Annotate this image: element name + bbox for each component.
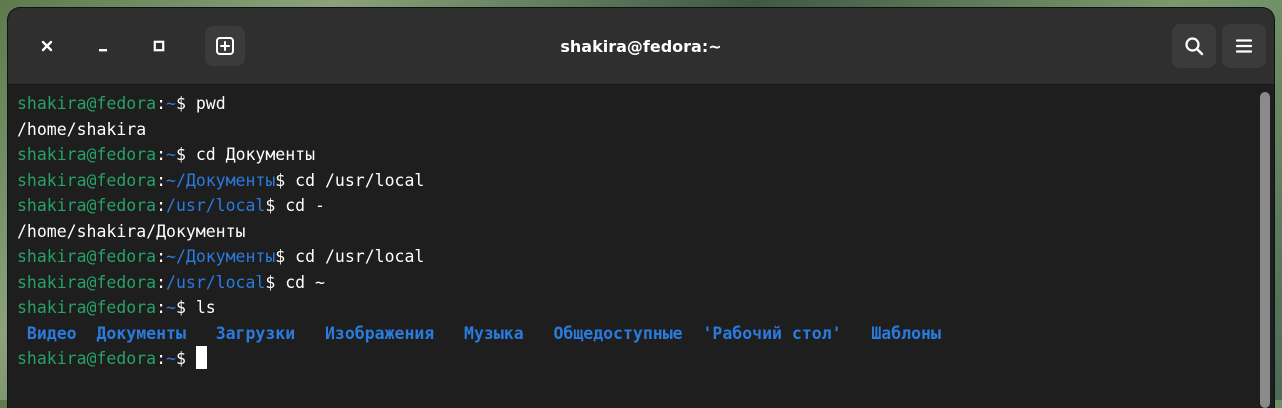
directory-entry: Видео bbox=[17, 323, 77, 343]
prompt-separator: : bbox=[156, 349, 167, 368]
prompt-path: ~/Документы bbox=[166, 170, 276, 190]
prompt-path: ~ bbox=[166, 298, 176, 317]
search-icon bbox=[1185, 37, 1204, 56]
output-text: /home/shakira bbox=[17, 119, 147, 139]
command-text: pwd bbox=[195, 94, 226, 113]
maximize-button[interactable] bbox=[142, 29, 176, 63]
prompt-symbol: $ bbox=[265, 272, 286, 292]
new-tab-icon bbox=[216, 37, 234, 55]
prompt-user-host: shakira@fedora bbox=[17, 247, 157, 266]
hamburger-menu-icon bbox=[1235, 39, 1253, 53]
main-menu-button[interactable] bbox=[1222, 24, 1266, 68]
prompt-user-host: shakira@fedora bbox=[17, 349, 157, 368]
directory-entry: Музыка bbox=[434, 323, 524, 343]
prompt-symbol: $ bbox=[265, 196, 286, 215]
prompt-line: shakira@fedora:/usr/local$ cd ~ bbox=[17, 270, 1274, 296]
prompt-path: ~ bbox=[166, 145, 176, 164]
prompt-line: shakira@fedora:~$ pwd bbox=[17, 91, 1274, 117]
prompt-user-host: shakira@fedora bbox=[17, 94, 157, 113]
prompt-user-host: shakira@fedora bbox=[17, 272, 157, 292]
output-line: /home/shakira bbox=[17, 117, 1274, 143]
minimize-icon bbox=[99, 49, 107, 52]
prompt-symbol: $ bbox=[175, 349, 196, 368]
close-button[interactable] bbox=[30, 29, 64, 63]
prompt-separator: : bbox=[156, 170, 167, 190]
prompt-separator: : bbox=[156, 94, 167, 113]
prompt-path: /usr/local bbox=[166, 272, 266, 292]
output-text: /home/shakira/Документы bbox=[17, 221, 246, 241]
directory-entry: Шаблоны bbox=[841, 323, 941, 343]
window-title: shakira@fedora:~ bbox=[560, 36, 722, 56]
command-text: cd - bbox=[285, 196, 325, 215]
prompt-user-host: shakira@fedora bbox=[17, 298, 157, 317]
prompt-symbol: $ bbox=[275, 247, 296, 266]
headerbar: shakira@fedora:~ bbox=[8, 8, 1274, 85]
maximize-icon bbox=[153, 40, 165, 52]
prompt-path: ~/Документы bbox=[166, 247, 276, 266]
prompt-symbol: $ bbox=[175, 298, 196, 317]
command-text: cd ~ bbox=[285, 272, 325, 292]
new-tab-button[interactable] bbox=[205, 26, 245, 66]
prompt-line: shakira@fedora:~$ cd Документы bbox=[17, 142, 1274, 168]
directory-entry: Документы bbox=[76, 323, 186, 343]
minimize-button[interactable] bbox=[86, 29, 120, 63]
directory-entry: Загрузки bbox=[185, 323, 296, 343]
prompt-user-host: shakira@fedora bbox=[17, 145, 157, 164]
command-text: cd /usr/local bbox=[295, 170, 425, 190]
prompt-line: shakira@fedora:/usr/local$ cd - bbox=[17, 193, 1274, 219]
prompt-separator: : bbox=[156, 247, 167, 266]
close-icon bbox=[41, 40, 53, 52]
prompt-symbol: $ bbox=[175, 145, 196, 164]
scrollbar[interactable] bbox=[1260, 92, 1270, 408]
directory-entry: Изображения bbox=[295, 323, 435, 343]
prompt-path: ~ bbox=[166, 349, 176, 368]
prompt-line: shakira@fedora:~/Документы$ cd /usr/loca… bbox=[17, 168, 1274, 194]
command-text: cd Документы bbox=[195, 145, 316, 164]
command-text: ls bbox=[195, 298, 216, 317]
ls-output-line: Видео Документы Загрузки Изображения Муз… bbox=[17, 321, 1274, 347]
output-line: /home/shakira/Документы bbox=[17, 219, 1274, 245]
prompt-separator: : bbox=[156, 272, 167, 292]
search-button[interactable] bbox=[1172, 24, 1216, 68]
prompt-separator: : bbox=[156, 196, 167, 215]
terminal-window: shakira@fedora:~ shakira@fedora:~$ pwd/h… bbox=[8, 8, 1274, 408]
scrollbar-thumb[interactable] bbox=[1260, 92, 1270, 408]
prompt-line: shakira@fedora:~$ ls bbox=[17, 295, 1274, 321]
prompt-separator: : bbox=[156, 145, 167, 164]
prompt-symbol: $ bbox=[275, 170, 296, 190]
prompt-separator: : bbox=[156, 298, 167, 317]
prompt-user-host: shakira@fedora bbox=[17, 196, 157, 215]
text-cursor bbox=[195, 346, 207, 369]
directory-entry: Общедоступные bbox=[523, 323, 683, 343]
command-text: cd /usr/local bbox=[295, 247, 425, 266]
terminal-output[interactable]: shakira@fedora:~$ pwd/home/shakira shakir… bbox=[8, 85, 1274, 408]
prompt-line: shakira@fedora:~$ bbox=[17, 346, 1274, 372]
directory-entry: 'Рабочий стол' bbox=[682, 323, 842, 343]
prompt-user-host: shakira@fedora bbox=[17, 170, 157, 190]
prompt-line: shakira@fedora:~/Документы$ cd /usr/loca… bbox=[17, 244, 1274, 270]
prompt-symbol: $ bbox=[175, 94, 196, 113]
prompt-path: ~ bbox=[166, 94, 176, 113]
prompt-path: /usr/local bbox=[166, 196, 266, 215]
